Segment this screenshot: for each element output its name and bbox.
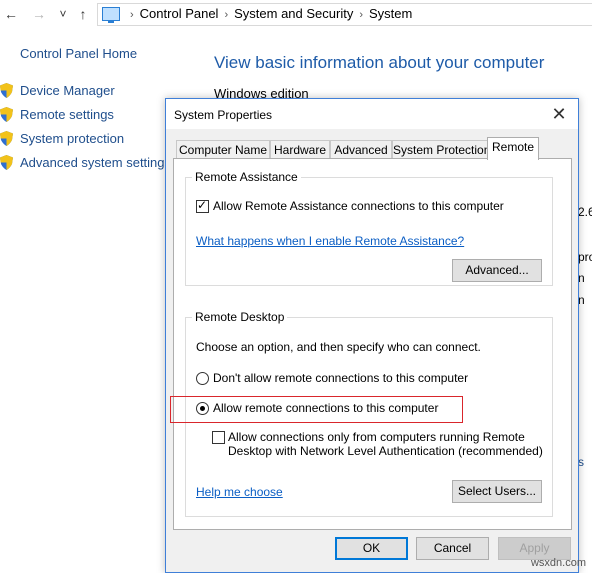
annotation-highlight-box [170,396,463,423]
ok-button[interactable]: OK [335,537,408,560]
advanced-button[interactable]: Advanced... [452,259,542,282]
uac-shield-icon [0,155,13,170]
remote-desktop-group-title: Remote Desktop [192,310,288,324]
remote-assistance-group-title: Remote Assistance [192,170,301,184]
uac-shield-icon [0,107,13,122]
remote-assistance-group: Remote Assistance Allow Remote Assistanc… [185,170,553,286]
tab-remote[interactable]: Remote [487,137,539,160]
help-me-choose-link[interactable]: Help me choose [196,485,283,499]
remote-assistance-help-link[interactable]: What happens when I enable Remote Assist… [196,234,464,248]
control-panel-home-link[interactable]: Control Panel Home [20,46,137,61]
dialog-titlebar[interactable]: System Properties ✕ [166,99,578,129]
breadcrumb-system-and-security[interactable]: System and Security [234,6,353,21]
breadcrumb: › Control Panel › System and Security › Syste… [124,6,412,23]
allow-remote-assistance-checkbox[interactable] [196,198,209,213]
breadcrumb-separator: › [130,9,134,21]
sidebar-item-label: Device Manager [20,83,115,98]
computer-icon [102,7,120,23]
watermark: wsxdn.com [530,557,586,569]
tab-computer-name[interactable]: Computer Name [176,140,270,159]
sidebar-item-label: System protection [20,131,125,146]
back-arrow-icon[interactable]: ← [2,4,20,24]
breadcrumb-control-panel[interactable]: Control Panel [140,6,219,21]
tab-strip: Computer Name Hardware Advanced System P… [176,137,571,160]
system-properties-dialog: System Properties ✕ Computer Name Hardwa… [165,98,579,573]
remote-desktop-instruction: Choose an option, and then specify who c… [196,340,481,354]
background-text-fragment: 2.6 [578,205,592,219]
sidebar-item-label: Advanced system settings [20,155,172,170]
page-title: View basic information about your comput… [214,53,545,72]
recent-locations-chevron-icon[interactable]: ˅ [54,4,72,24]
breadcrumb-separator: › [359,9,364,21]
nla-only-label-line1[interactable]: Allow connections only from computers ru… [228,430,525,444]
background-text-fragment: pro [578,250,592,264]
nla-only-checkbox[interactable] [212,431,225,444]
allow-remote-assistance-label[interactable]: Allow Remote Assistance connections to t… [213,199,504,213]
uac-shield-icon [0,83,13,98]
select-users-button[interactable]: Select Users... [452,480,542,503]
up-arrow-icon[interactable]: ↑ [74,4,92,24]
background-text-fragment: n [578,271,585,285]
sidebar-item-label: Remote settings [20,107,114,122]
close-icon[interactable]: ✕ [548,103,570,125]
address-bar: ← → ˅ ↑ › Control Panel › System and Securi… [0,0,592,28]
forward-arrow-icon[interactable]: → [30,4,48,24]
breadcrumb-system[interactable]: System [369,6,412,21]
address-box[interactable]: › Control Panel › System and Security › Syste… [97,3,592,26]
nla-only-label-line2[interactable]: Desktop with Network Level Authenticatio… [228,444,543,458]
dont-allow-remote-label[interactable]: Don't allow remote connections to this c… [213,371,468,385]
background-text-fragment: n [578,293,585,307]
dialog-title: System Properties [174,108,273,122]
breadcrumb-separator: › [224,9,229,21]
cancel-button[interactable]: Cancel [416,537,489,560]
tab-hardware[interactable]: Hardware [270,140,330,159]
tab-system-protection[interactable]: System Protection [392,140,490,159]
dont-allow-remote-radio[interactable] [196,372,209,385]
remote-tab-panel: Remote Assistance Allow Remote Assistanc… [173,158,572,530]
uac-shield-icon [0,131,13,146]
tab-advanced[interactable]: Advanced [330,140,392,159]
